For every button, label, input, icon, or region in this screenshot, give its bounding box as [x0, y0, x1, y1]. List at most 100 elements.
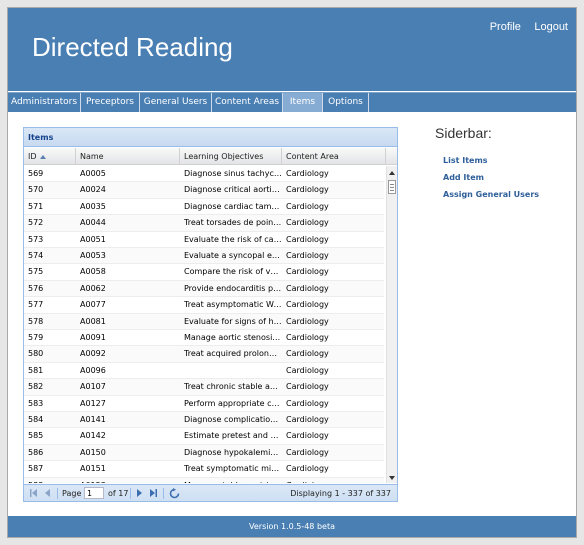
toolbar-separator [130, 488, 131, 499]
main-nav: Administrators Preceptors General Users … [8, 92, 576, 112]
cell-id: 570 [28, 185, 44, 195]
cell-learning-objective: Diagnose complications of ... [184, 415, 282, 424]
table-row[interactable]: 579 A0091 Manage aortic stenosis in ... Car… [24, 330, 384, 347]
table-row[interactable]: 572 A0044 Treat torsades de pointes. Cardio… [24, 215, 384, 232]
tab-preceptors[interactable]: Preceptors [81, 93, 140, 112]
table-row[interactable]: 586 A0150 Diagnose hypokalemia on t... Card… [24, 444, 384, 462]
cell-id: 586 [28, 447, 44, 457]
cell-learning-objective: Diagnose cardiac tampona... [184, 201, 282, 211]
cell-content-area: Cardiology [286, 169, 329, 178]
cell-name: A0062 [80, 283, 106, 293]
column-header-content-area[interactable]: Content Area [282, 148, 386, 165]
cell-learning-objective: Provide endocarditis proph... [184, 283, 282, 293]
cell-name: A0127 [80, 398, 106, 408]
cell-content-area: Cardiology [286, 431, 329, 441]
tab-options[interactable]: Options [323, 93, 369, 112]
cell-id: 579 [28, 333, 44, 342]
last-page-icon[interactable] [148, 488, 158, 498]
cell-name: A0141 [80, 415, 106, 424]
cell-learning-objective: Diagnose hypokalemia on t... [184, 447, 282, 457]
version-text: Version 1.0.5-48 beta [249, 522, 335, 531]
cell-content-area: Cardiology [286, 267, 329, 277]
cell-learning-objective: Diagnose critical aortic ste... [184, 185, 282, 195]
table-row[interactable]: 569 A0005 Diagnose sinus tachycardi... Card… [24, 166, 384, 183]
cell-name: A0107 [80, 382, 106, 392]
column-header-id[interactable]: ID [24, 148, 76, 165]
top-links: Profile Logout [481, 17, 568, 35]
table-row[interactable]: 571 A0035 Diagnose cardiac tampona... Cardi… [24, 199, 384, 216]
table-row[interactable]: 584 A0141 Diagnose complications of ... Car… [24, 412, 384, 429]
sidebar-title: Siderbar: [435, 125, 492, 141]
page-label: Page [62, 489, 82, 498]
tab-administrators[interactable]: Administrators [8, 93, 81, 112]
toolbar-separator [57, 488, 58, 499]
cell-id: 573 [28, 234, 44, 244]
logout-link[interactable]: Logout [534, 21, 568, 33]
cell-learning-objective: Evaluate a syncopal episod... [184, 251, 282, 260]
cell-name: A0096 [80, 365, 106, 375]
cell-name: A0142 [80, 431, 106, 441]
table-row[interactable]: 580 A0092 Treat acquired prolonged ... Card… [24, 346, 384, 363]
cell-id: 578 [28, 316, 44, 326]
cell-learning-objective: Perform appropriate cardia... [184, 398, 282, 408]
cell-name: A0153 [76, 478, 180, 483]
column-header-name[interactable]: Name [76, 148, 180, 165]
cell-content-area: Cardiology [286, 398, 329, 408]
page-number-input[interactable] [84, 487, 104, 499]
cell-content-area: Cardiology [286, 316, 329, 326]
cell-name: A0092 [80, 349, 106, 359]
cell-learning-objective: Manage aortic stenosis in ... [184, 333, 282, 342]
table-row[interactable]: 582 A0107 Treat chronic stable angina... Ca… [24, 379, 384, 396]
thumb-grip [390, 190, 394, 191]
add-item-link[interactable]: Add Item [443, 169, 570, 186]
scroll-up-icon[interactable] [389, 171, 395, 175]
table-row[interactable]: 577 A0077 Treat asymptomatic Wolff-... Card… [24, 297, 384, 314]
scroll-thumb[interactable] [388, 180, 396, 194]
cell-id: 585 [28, 431, 44, 441]
cell-content-area: Cardiology [286, 218, 329, 228]
first-page-icon[interactable] [29, 488, 39, 498]
assign-general-users-link[interactable]: Assign General Users [443, 186, 570, 203]
cell-id: 584 [28, 415, 44, 424]
column-header-learning-objectives[interactable]: Learning Objectives [180, 148, 282, 165]
page-frame: Directed Reading Profile Logout Administ… [7, 7, 577, 538]
profile-link[interactable]: Profile [490, 21, 521, 33]
refresh-icon[interactable] [169, 488, 180, 499]
paging-display-info: Displaying 1 - 337 of 337 [290, 489, 391, 498]
cell-name: A0024 [80, 185, 106, 195]
cell-name: A0044 [80, 218, 106, 228]
cell-learning-objective: Evaluate the risk of cardiom... [184, 234, 282, 244]
cell-name: A0058 [80, 267, 106, 277]
grid-title: Items [24, 128, 397, 147]
cell-id: 587 [28, 464, 44, 474]
table-row[interactable]: 585 A0142 Estimate pretest and postte... Ca… [24, 428, 384, 445]
paging-toolbar: Page of 17 Displaying 1 - 337 of 337 [24, 484, 397, 501]
cell-learning-objective: Treat acquired prolonged ... [184, 349, 282, 359]
tab-items[interactable]: Items [283, 93, 323, 112]
cell-name: A0091 [80, 333, 106, 342]
prev-page-icon[interactable] [43, 488, 53, 498]
cell-learning-objective: Treat asymptomatic Wolff-... [184, 300, 282, 310]
page-count-label: of 17 [108, 489, 129, 498]
cell-name: A0053 [80, 251, 106, 260]
vertical-scrollbar[interactable] [386, 166, 397, 483]
list-items-link[interactable]: List Items [443, 152, 570, 169]
cell-content-area: Cardiology [286, 333, 329, 342]
table-row[interactable]: 573 A0051 Evaluate the risk of cardiom... C… [24, 232, 384, 248]
cell-id: 576 [28, 283, 44, 293]
table-row[interactable]: 587 A0151 Treat symptomatic mitral st... Ca… [24, 461, 384, 478]
table-row[interactable]: 583 A0127 Perform appropriate cardia... Car… [24, 396, 384, 412]
tab-general-users[interactable]: General Users [140, 93, 212, 112]
next-page-icon[interactable] [134, 488, 144, 498]
table-row[interactable]: 578 A0081 Evaluate for signs of hypert... C… [24, 313, 384, 330]
table-row[interactable]: 576 A0062 Provide endocarditis proph... Car… [24, 280, 384, 298]
table-row[interactable]: 570 A0024 Diagnose critical aortic ste... C… [24, 182, 384, 199]
tab-content-areas[interactable]: Content Areas [212, 93, 283, 112]
table-row[interactable]: 588A0153Manage stable ventricular ...Car… [24, 477, 384, 483]
scroll-down-icon[interactable] [389, 476, 395, 480]
table-row[interactable]: 574 A0053 Evaluate a syncopal episod... Car… [24, 248, 384, 265]
table-row[interactable]: 581 A0096 Cardiology [24, 363, 384, 380]
cell-learning-objective: Compare the risk of various... [184, 267, 282, 277]
table-row[interactable]: 575 A0058 Compare the risk of various... Ca… [24, 264, 384, 281]
cell-name: A0151 [80, 464, 106, 474]
